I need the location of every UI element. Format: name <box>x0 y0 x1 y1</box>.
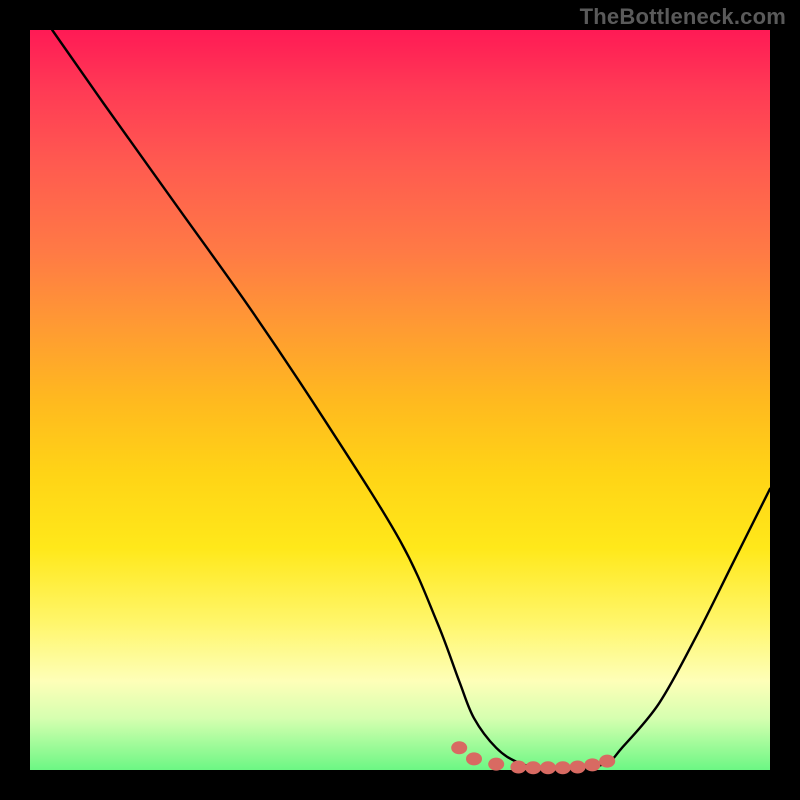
valley-marker <box>541 762 556 774</box>
valley-marker <box>570 761 585 773</box>
watermark-text: TheBottleneck.com <box>580 4 786 30</box>
curve-layer <box>30 30 770 770</box>
plot-area <box>30 30 770 770</box>
valley-marker <box>585 759 600 771</box>
bottleneck-curve <box>52 30 770 771</box>
valley-marker <box>526 762 541 774</box>
valley-marker <box>511 761 526 773</box>
valley-marker <box>600 755 615 767</box>
valley-marker <box>452 742 467 754</box>
chart-frame: TheBottleneck.com <box>0 0 800 800</box>
valley-marker <box>489 758 504 770</box>
valley-markers <box>452 742 615 774</box>
valley-marker <box>555 762 570 774</box>
valley-marker <box>467 753 482 765</box>
